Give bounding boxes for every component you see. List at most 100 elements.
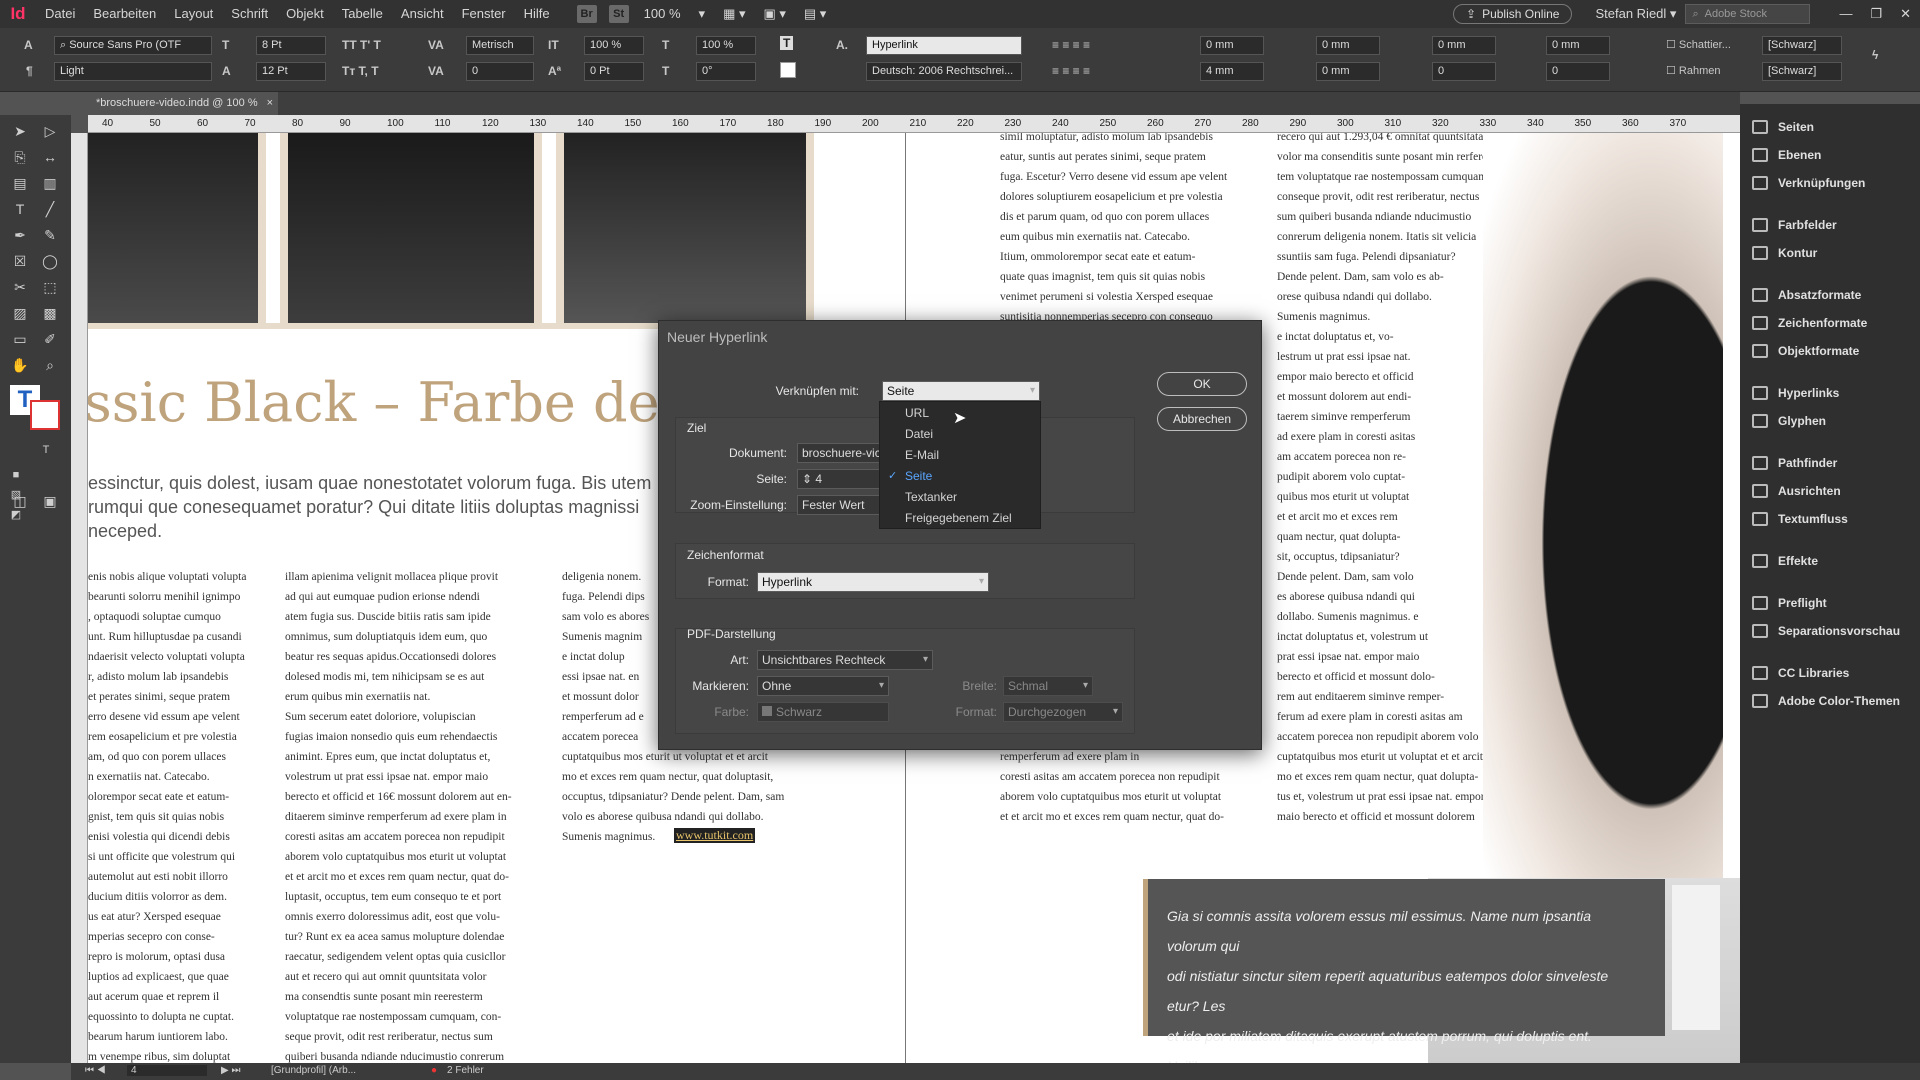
panel-item-kontur[interactable]: Kontur <box>1740 240 1920 266</box>
photo-dress-3[interactable] <box>564 133 806 323</box>
menu-tabelle[interactable]: Tabelle <box>333 0 392 28</box>
zoom-level[interactable]: 100 % <box>635 0 690 28</box>
menu-bearbeiten[interactable]: Bearbeiten <box>84 0 165 28</box>
user-menu[interactable]: Stefan Riedl ▾ <box>1586 0 1685 28</box>
paragraph-mode-icon[interactable]: ¶ <box>26 64 33 78</box>
panel-item-cc-libraries[interactable]: CC Libraries <box>1740 660 1920 686</box>
line-tool-icon[interactable]: ╱ <box>40 199 60 219</box>
cancel-button[interactable]: Abbrechen <box>1157 407 1247 431</box>
pencil-tool-icon[interactable]: ✎ <box>40 225 60 245</box>
panel-item-pathfinder[interactable]: Pathfinder <box>1740 450 1920 476</box>
page-stepper[interactable]: ⇕ 4 <box>797 469 887 489</box>
space-before-field[interactable]: 0 mm <box>1432 36 1496 55</box>
view-options-icon[interactable]: ▦ ▾ <box>714 0 754 28</box>
arrange-documents-icon[interactable]: ▤ ▾ <box>795 0 835 28</box>
formatting-text-icon[interactable]: T <box>36 440 56 460</box>
font-size-field[interactable]: 8 Pt <box>256 36 326 55</box>
type-select[interactable]: Unsichtbares Rechteck ▾ <box>757 650 933 670</box>
frame-color-select[interactable]: [Schwarz] <box>1762 62 1842 81</box>
last-line-indent-field[interactable]: 0 mm <box>1316 62 1380 81</box>
language-select[interactable]: Deutsch: 2006 Rechtschrei... <box>866 62 1022 81</box>
justify-icon[interactable]: ≡ ≡ ≡ ≡ <box>1052 64 1090 78</box>
first-page-icon[interactable]: ⏮ ◀ <box>85 1065 106 1076</box>
profile-select[interactable]: [Grundprofil] (Arb... <box>271 1065 356 1076</box>
stroke-none-icon[interactable] <box>780 62 796 78</box>
panel-item-verkn-pfungen[interactable]: Verknüpfungen <box>1740 170 1920 196</box>
option-email[interactable]: E-Mail <box>880 445 1040 466</box>
menu-layout[interactable]: Layout <box>165 0 222 28</box>
panel-item-glyphen[interactable]: Glyphen <box>1740 408 1920 434</box>
text-column-4-continued[interactable]: remperferum ad exere plam in coresti asi… <box>1000 747 1270 837</box>
minimize-icon[interactable]: — <box>1830 0 1861 28</box>
horizontal-scale-field[interactable]: 100 % <box>696 36 756 55</box>
font-style-select[interactable]: Light <box>54 62 212 81</box>
content-placer-icon[interactable]: ▥ <box>40 173 60 193</box>
text-column-1[interactable]: enis nobis alique voluptati volupta bear… <box>88 567 258 1063</box>
dropcap-lines-field[interactable]: 0 <box>1432 62 1496 81</box>
selection-tool-icon[interactable]: ➤ <box>10 121 30 141</box>
vertical-scale-field[interactable]: 100 % <box>584 36 644 55</box>
ok-button[interactable]: OK <box>1157 372 1247 396</box>
menu-schrift[interactable]: Schrift <box>222 0 277 28</box>
ellipse-tool-icon[interactable]: ◯ <box>40 251 60 271</box>
hyperlink-text[interactable]: www.tutkit.com <box>674 828 756 843</box>
style-select[interactable]: Durchgezogen ▾ <box>1003 702 1123 722</box>
panel-item-textumfluss[interactable]: Textumfluss <box>1740 506 1920 532</box>
font-family-select[interactable]: ⌕ Source Sans Pro (OTF <box>54 36 212 55</box>
lead-paragraph[interactable]: essinctur, quis dolest, iusam quae nones… <box>88 471 718 543</box>
color-select[interactable]: Schwarz <box>757 702 889 722</box>
direct-selection-tool-icon[interactable]: ▷ <box>40 121 60 141</box>
menu-datei[interactable]: Datei <box>36 0 84 28</box>
first-line-indent-field[interactable]: 4 mm <box>1200 62 1264 81</box>
shading-checkbox[interactable]: ☐ Schattier... <box>1666 38 1731 51</box>
stepper-arrows-icon[interactable]: ⇕ <box>802 472 815 486</box>
skew-field[interactable]: 0° <box>696 62 756 81</box>
hand-tool-icon[interactable]: ✋ <box>10 355 30 375</box>
kerning-field[interactable]: Metrisch <box>466 36 534 55</box>
right-indent-field[interactable]: 0 mm <box>1316 36 1380 55</box>
text-column-2[interactable]: illam apienima velignit mollacea plique … <box>285 567 535 1063</box>
quote-box[interactable]: Gia si comnis assita volorem essus mil e… <box>1143 879 1665 1063</box>
page-number-field[interactable]: 4 <box>127 1065 207 1076</box>
shading-color-select[interactable]: [Schwarz] <box>1762 36 1842 55</box>
document-select[interactable]: broschuere-vic <box>797 443 887 463</box>
width-select[interactable]: Schmal ▾ <box>1003 676 1093 696</box>
baseline-shift-field[interactable]: 0 Pt <box>584 62 644 81</box>
photo-dress-2[interactable] <box>288 133 534 323</box>
dropcap-chars-field[interactable]: 0 <box>1546 62 1610 81</box>
panel-item-hyperlinks[interactable]: Hyperlinks <box>1740 380 1920 406</box>
character-style-select[interactable]: Hyperlink <box>866 36 1022 55</box>
tracking-field[interactable]: 0 <box>466 62 534 81</box>
zoom-setting-select[interactable]: Fester Wert <box>797 495 887 515</box>
close-icon[interactable]: ✕ <box>1891 0 1920 28</box>
restore-icon[interactable]: ❐ <box>1861 0 1891 28</box>
frame-checkbox[interactable]: ☐ Rahmen <box>1666 64 1721 77</box>
eyedropper-tool-icon[interactable]: ✐ <box>40 329 60 349</box>
photo-model[interactable] <box>1483 133 1723 878</box>
gap-tool-icon[interactable]: ↔ <box>40 147 60 167</box>
gradient-tool-icon[interactable]: ▨ <box>10 303 30 323</box>
panel-item-preflight[interactable]: Preflight <box>1740 590 1920 616</box>
chevron-down-icon[interactable]: ▾ <box>690 0 715 28</box>
option-textanker[interactable]: Textanker <box>880 487 1040 508</box>
content-collector-icon[interactable]: ▤ <box>10 173 30 193</box>
close-tab-icon[interactable]: × <box>267 97 273 109</box>
link-with-select[interactable]: Seite ▾ <box>882 381 1040 401</box>
text-fill-icon[interactable]: T <box>780 36 794 50</box>
stock-button[interactable]: St <box>608 5 629 23</box>
option-seite[interactable]: ✓ Seite <box>880 466 1040 487</box>
note-tool-icon[interactable]: ▭ <box>10 329 30 349</box>
format-select[interactable]: Hyperlink ▾ <box>757 572 989 592</box>
rectangle-frame-tool-icon[interactable]: ☒ <box>10 251 30 271</box>
publish-online-button[interactable]: ⇪ Publish Online <box>1453 4 1573 24</box>
space-after-field[interactable]: 0 mm <box>1546 36 1610 55</box>
next-page-icon[interactable]: ▶ ⏭ <box>221 1065 240 1076</box>
panel-item-ebenen[interactable]: Ebenen <box>1740 142 1920 168</box>
panel-item-seiten[interactable]: Seiten <box>1740 114 1920 140</box>
free-transform-tool-icon[interactable]: ⬚ <box>40 277 60 297</box>
panel-item-adobe-color-themen[interactable]: Adobe Color-Themen <box>1740 688 1920 714</box>
adobe-stock-search[interactable]: ⌕ Adobe Stock <box>1685 4 1811 24</box>
panel-item-objektformate[interactable]: Objektformate <box>1740 338 1920 364</box>
menu-fenster[interactable]: Fenster <box>453 0 515 28</box>
document-tab[interactable]: *broschuere-video.indd @ 100 % × <box>88 92 278 115</box>
